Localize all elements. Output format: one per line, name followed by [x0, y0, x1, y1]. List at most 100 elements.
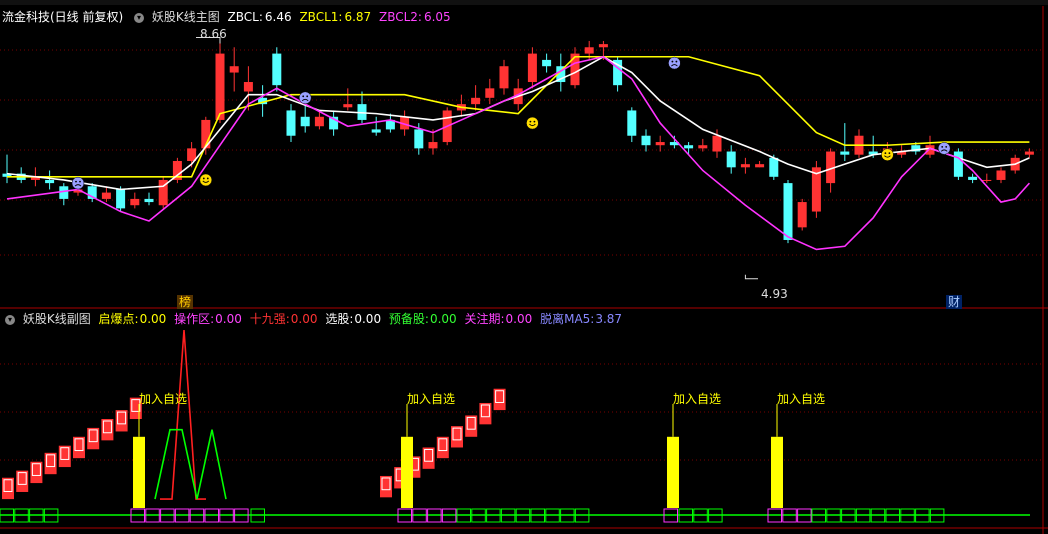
sad-face-icon: [937, 142, 951, 155]
candle-body: [570, 53, 580, 86]
red-spike-line: [160, 329, 206, 500]
face-eye: [888, 152, 891, 155]
candle-body: [243, 82, 253, 92]
ma-white-line: [6, 55, 1030, 191]
main-indicator-name[interactable]: 妖股K线主图: [152, 10, 220, 24]
candle-body: [215, 53, 225, 120]
candle-body: [598, 44, 608, 48]
zbcl1-value: 6.87: [344, 10, 372, 24]
candle-body: [726, 151, 736, 168]
candle-body: [584, 47, 594, 54]
sad-face-icon: [298, 91, 312, 105]
green-spike-line: [154, 428, 227, 500]
sub-chart-header: ▾ 妖股K线副图 启爆点:0.00 操作区:0.00 十九强:0.00 选股:0…: [2, 311, 626, 327]
candle-body: [428, 142, 438, 149]
signal-bar: [771, 436, 783, 508]
candle-body: [300, 116, 310, 127]
face-eye: [941, 145, 944, 148]
candle-body: [797, 202, 807, 228]
main-chart-header: 流金科技(日线 前复权) ▾ 妖股K线主图 ZBCL: 6.46 ZBCL1: 6.…: [2, 9, 455, 25]
signal-label-1: 加入自选: [139, 392, 188, 406]
signal-bar: [133, 436, 145, 508]
sub-item-2-value: 0.00: [290, 312, 318, 326]
candle-body: [982, 179, 992, 181]
sub-item-1-value: 0.00: [215, 312, 242, 326]
face-eye: [533, 120, 536, 123]
event-badge-right[interactable]: 财: [946, 295, 963, 309]
zbcl2-value: 6.05: [423, 10, 451, 24]
low-price-label: 4.93: [761, 287, 788, 301]
high-price-label: 8.66: [200, 27, 227, 41]
candle-body: [698, 145, 708, 149]
stock-title: 流金科技(日线 前复权): [2, 10, 124, 24]
candle-body: [968, 176, 978, 180]
sub-item-6-value: 3.87: [595, 312, 623, 326]
candle-body: [953, 151, 963, 177]
zbcl2-label: ZBCL2:: [378, 10, 422, 24]
candle-body: [343, 104, 353, 108]
face-eye: [206, 177, 209, 180]
candle-body: [144, 198, 154, 203]
candle-body: [755, 164, 765, 168]
happy-face-icon: [881, 148, 894, 161]
candle-body: [116, 189, 126, 209]
candle-body: [59, 186, 69, 199]
candle-body: [655, 142, 665, 146]
sub-item-4-value: 0.00: [429, 312, 457, 326]
sub-item-2-label: 十九强:: [249, 312, 290, 326]
signal-label-3: 加入自选: [673, 392, 722, 406]
zbcl-label: ZBCL:: [227, 10, 263, 24]
signal-bar: [401, 436, 413, 508]
candle-body: [641, 135, 651, 146]
sub-item-4-label: 预备股:: [388, 312, 429, 326]
sub-item-0-label: 启爆点:: [98, 312, 139, 326]
sub-item-5-value: 0.00: [505, 312, 533, 326]
candle-body: [45, 179, 55, 184]
face-eye: [884, 152, 887, 155]
candle-body: [769, 157, 779, 177]
signal-label-2: 加入自选: [407, 392, 456, 406]
face-eye: [302, 95, 305, 98]
candle-body: [840, 151, 850, 155]
candle-body: [684, 145, 694, 149]
candle-body: [996, 170, 1006, 180]
chart-canvas: [0, 6, 1048, 534]
candle-body: [783, 183, 793, 240]
face-eye: [79, 180, 81, 183]
candle-body: [101, 192, 111, 199]
face-eye: [671, 60, 674, 63]
sub-item-0-value: 0.00: [139, 312, 167, 326]
candle-body: [542, 59, 552, 67]
candle-body: [371, 129, 381, 133]
low-marker: [744, 274, 758, 280]
zbcl1-label: ZBCL1:: [299, 10, 343, 24]
sub-item-3-value: 0.00: [354, 312, 382, 326]
candle-body: [499, 66, 509, 89]
candle-body: [314, 116, 324, 127]
event-badge-left[interactable]: 榜: [177, 295, 194, 309]
zbcl-value: 6.46: [264, 10, 292, 24]
happy-face-icon: [199, 173, 213, 187]
candle-body: [740, 164, 750, 168]
collapse-icon[interactable]: ▾: [134, 12, 145, 23]
happy-face-icon: [526, 116, 539, 130]
candle-body: [627, 110, 637, 136]
candle-body: [414, 129, 424, 149]
sub-indicator-name[interactable]: 妖股K线副图: [23, 312, 91, 326]
face-eye: [945, 145, 948, 148]
candle-body: [1024, 151, 1034, 155]
sub-item-6-label: 脱离MA5:: [540, 312, 595, 326]
signal-bar: [667, 436, 679, 508]
sub-item-3-label: 选股:: [325, 312, 354, 326]
ma-yellow-line: [7, 55, 1030, 178]
face-eye: [529, 120, 532, 123]
signal-label-4: 加入自选: [777, 392, 826, 406]
face-eye: [675, 60, 678, 63]
sub-item-1-label: 操作区:: [174, 312, 215, 326]
face-eye: [75, 180, 77, 183]
collapse-icon[interactable]: ▾: [5, 314, 15, 325]
candle-body: [485, 88, 495, 98]
candle-body: [712, 135, 722, 152]
sad-face-icon: [71, 176, 85, 190]
candle-body: [130, 198, 140, 206]
